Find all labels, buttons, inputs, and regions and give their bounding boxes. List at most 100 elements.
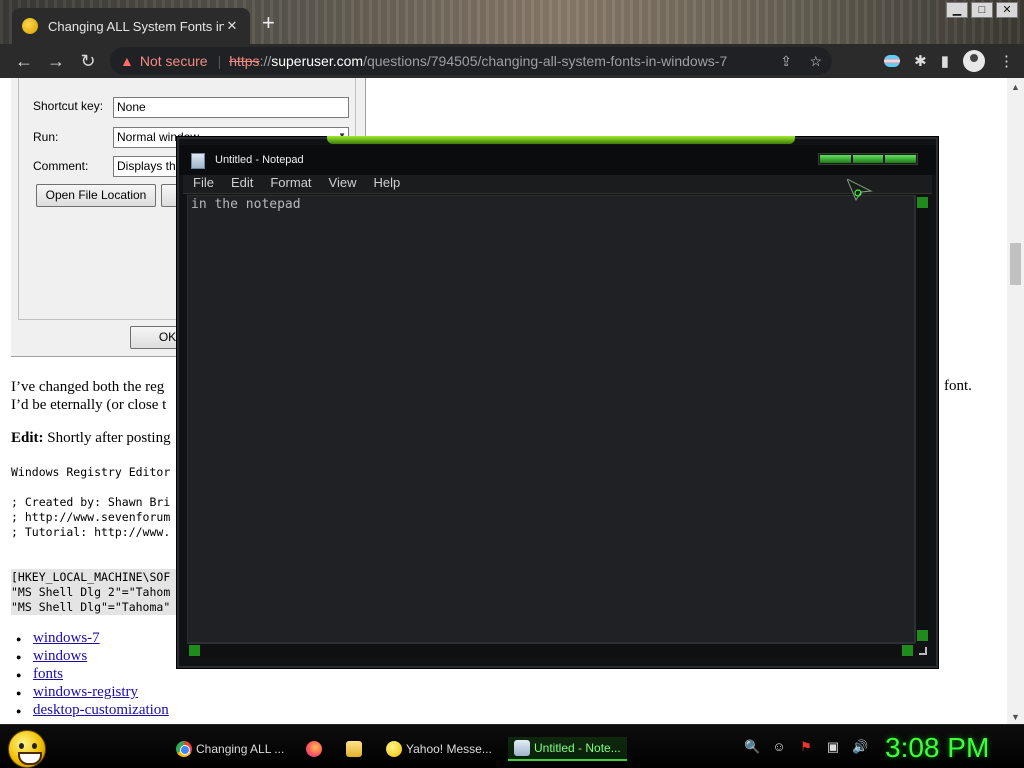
tag-link[interactable]: windows-7 [33, 630, 100, 646]
menu-edit[interactable]: Edit [231, 175, 253, 193]
chrome-icon [176, 741, 192, 757]
taskbar-clock[interactable]: 3:08 PM [885, 732, 989, 764]
network-icon[interactable]: ▣ [825, 739, 841, 755]
notepad-icon [191, 153, 205, 169]
action-center-flag-icon[interactable]: ⚑ [798, 739, 814, 755]
system-tray: 🔍 ☺ ⚑ ▣ 🔊 [744, 739, 868, 755]
page-scrollbar[interactable]: ▲ ▼ [1007, 78, 1024, 724]
browser-menu-icon[interactable]: ⋮ [999, 52, 1014, 70]
scroll-left-button[interactable] [189, 645, 200, 656]
notepad-text-area[interactable]: in the notepad [187, 195, 915, 643]
menu-help[interactable]: Help [373, 175, 400, 193]
menu-format[interactable]: Format [270, 175, 311, 193]
edit-label: Edit: [11, 430, 44, 446]
start-button[interactable] [8, 730, 46, 768]
maximize-button[interactable]: □ [971, 2, 993, 18]
scroll-down-button[interactable] [917, 630, 928, 641]
code-line: "MS Shell Dlg 2"="Tahom [11, 585, 171, 599]
yahoo-icon [386, 741, 402, 757]
maximize-button[interactable] [852, 155, 884, 163]
omnibox-separator: | [217, 53, 222, 69]
not-secure-label[interactable]: Not secure [140, 53, 208, 69]
window-top-glow [327, 136, 795, 144]
taskbar-firefox[interactable] [306, 737, 326, 761]
tag-link[interactable]: windows [33, 648, 87, 664]
taskbar-explorer[interactable] [346, 737, 366, 761]
trans-flag-extension-icon[interactable] [884, 55, 901, 67]
new-tab-button[interactable]: + [262, 12, 275, 34]
run-label: Run: [33, 130, 59, 144]
window-controls: ▁ □ ✕ [946, 2, 1018, 18]
code-comment-line: ; http://www.sevenforum [11, 510, 171, 524]
taskbar-chrome[interactable]: Changing ALL ... [176, 737, 284, 761]
superuser-favicon-icon [22, 18, 38, 34]
firefox-icon [306, 741, 322, 757]
volume-icon[interactable]: 🔊 [852, 739, 868, 755]
profile-avatar[interactable] [963, 50, 985, 72]
notepad-icon [514, 740, 530, 756]
url-host: superuser.com [271, 53, 364, 69]
taskbar-yahoo-messenger[interactable]: Yahoo! Messe... [386, 737, 492, 761]
registry-header: Windows Registry Editor [11, 465, 171, 479]
tag-link[interactable]: fonts [33, 666, 63, 682]
code-comment-line: ; Tutorial: http://www. [11, 525, 171, 539]
close-window-button[interactable]: ✕ [996, 2, 1018, 18]
browser-toolbar: ← → ↻ ▲ Not secure | https://superuser.c… [0, 44, 1024, 78]
taskbar-item-label: Yahoo! Messe... [406, 742, 492, 756]
paragraph-line-1: I’ve changed both the reg [11, 379, 165, 395]
code-line: [HKEY_LOCAL_MACHINE\SOF [11, 570, 171, 584]
menu-file[interactable]: File [193, 175, 214, 193]
url-path: /questions/794505/changing-all-system-fo… [363, 53, 728, 69]
notepad-content[interactable]: in the notepad [191, 197, 301, 212]
comment-label: Comment: [33, 159, 89, 173]
forward-button[interactable]: → [40, 51, 72, 72]
notepad-vertical-scrollbar[interactable] [915, 195, 929, 643]
scroll-up-button[interactable] [917, 197, 928, 208]
list-item: windows [16, 648, 169, 666]
notepad-menubar: File Edit Format View Help [183, 175, 932, 194]
folder-icon [346, 741, 362, 757]
minimize-button[interactable] [820, 155, 851, 163]
browser-tab[interactable]: Changing ALL System Fonts in W ✕ [12, 8, 250, 44]
warning-icon: ▲ [120, 53, 134, 69]
back-button[interactable]: ← [8, 51, 40, 72]
list-item: desktop-customization [16, 702, 169, 720]
edit-text: Shortly after posting [43, 430, 171, 446]
scroll-down-icon[interactable]: ▼ [1007, 712, 1024, 722]
shortcut-key-field: None [113, 97, 349, 118]
notepad-titlebar[interactable]: Untitled - Notepad [179, 145, 936, 175]
code-line: "MS Shell Dlg"="Tahoma" [11, 600, 171, 614]
tag-link[interactable]: desktop-customization [33, 702, 169, 718]
browser-tab-strip: Changing ALL System Fonts in W ✕ + ▁ □ ✕ [0, 0, 1024, 44]
minimize-button[interactable]: ▁ [946, 2, 968, 18]
bookmark-star-icon[interactable]: ☆ [809, 53, 822, 70]
address-bar[interactable]: ▲ Not secure | https://superuser.com/que… [110, 47, 832, 75]
tab-title: Changing ALL System Fonts in W [48, 18, 224, 34]
messenger-tray-icon[interactable]: ☺ [771, 739, 787, 755]
resize-grip[interactable] [919, 647, 927, 655]
url-scheme-separator: :// [259, 53, 272, 69]
notepad-window-controls [818, 153, 918, 165]
share-icon[interactable]: ⇪ [780, 53, 792, 70]
question-paragraph: I’ve changed both the reg I’d be eternal… [11, 378, 166, 414]
close-button[interactable] [885, 155, 917, 163]
scrollbar-thumb[interactable] [1010, 243, 1021, 285]
scroll-up-icon[interactable]: ▲ [1007, 82, 1024, 92]
tab-close-icon[interactable]: ✕ [224, 18, 240, 34]
side-panel-icon[interactable]: ▮ [941, 52, 949, 70]
open-file-location-button: Open File Location [36, 184, 156, 207]
notepad-horizontal-scrollbar[interactable] [187, 643, 915, 657]
tag-link[interactable]: windows-registry [33, 684, 138, 700]
url-scheme: https [229, 53, 260, 69]
extensions-puzzle-icon[interactable]: ✱ [914, 52, 927, 70]
list-item: windows-7 [16, 630, 169, 648]
taskbar-notepad[interactable]: Untitled - Note... [508, 737, 627, 761]
scroll-right-button[interactable] [902, 645, 913, 656]
search-icon[interactable]: 🔍 [744, 739, 760, 755]
taskbar: Changing ALL ... Yahoo! Messe... Untitle… [0, 724, 1024, 768]
notepad-window[interactable]: Untitled - Notepad File Edit Format View… [177, 136, 938, 668]
paragraph-line-1-end: font. [944, 378, 972, 394]
shortcut-key-label: Shortcut key: [33, 99, 104, 113]
reload-button[interactable]: ↻ [72, 51, 104, 72]
menu-view[interactable]: View [329, 175, 357, 193]
